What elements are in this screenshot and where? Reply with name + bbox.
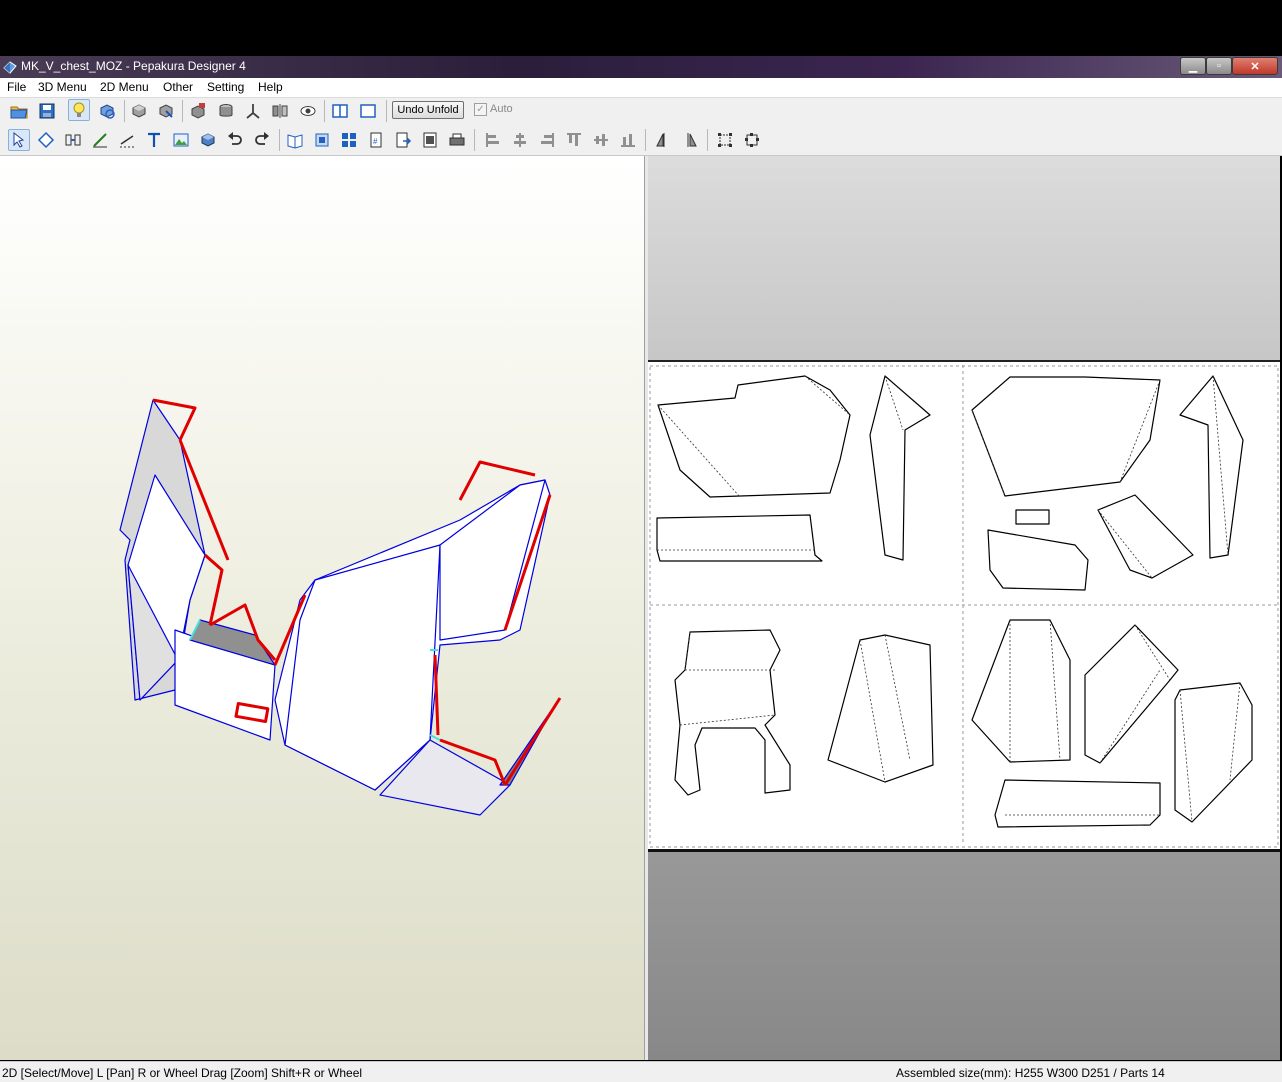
undo-icon[interactable] xyxy=(224,129,246,151)
pattern-sheet xyxy=(648,360,1280,852)
minimize-button[interactable]: ▁ xyxy=(1180,57,1206,75)
save-icon[interactable] xyxy=(36,100,58,122)
draw-line-icon[interactable] xyxy=(89,129,111,151)
toolbar-separator xyxy=(386,100,387,122)
align-center-icon[interactable] xyxy=(509,129,531,151)
status-mode-hint: 2D [Select/Move] L [Pan] R or Wheel Drag… xyxy=(2,1066,363,1080)
3d-model[interactable] xyxy=(0,156,645,1060)
status-bar: 2D [Select/Move] L [Pan] R or Wheel Drag… xyxy=(0,1061,1282,1082)
mirror-icon[interactable] xyxy=(269,100,291,122)
window-title: MK_V_chest_MOZ - Pepakura Designer 4 xyxy=(21,59,246,73)
menu-help[interactable]: Help xyxy=(258,80,283,94)
auto-label: Auto xyxy=(490,103,513,115)
flip-vertical-icon[interactable] xyxy=(679,129,701,151)
menu-2d[interactable]: 2D Menu xyxy=(100,80,149,94)
open-icon[interactable] xyxy=(8,100,30,122)
pepakura-app-icon xyxy=(2,59,18,75)
unfolded-parts[interactable] xyxy=(648,362,1280,849)
toolbar-area: Undo Unfold ✓ Auto # xyxy=(0,98,1282,156)
print-preview-icon[interactable] xyxy=(419,129,441,151)
single-view-icon[interactable] xyxy=(357,100,379,122)
print-icon[interactable] xyxy=(446,129,468,151)
window-controls: ▁ ▫ ✕ xyxy=(1180,57,1278,75)
axis-icon[interactable] xyxy=(242,100,264,122)
toolbar-separator xyxy=(279,129,280,151)
align-bottom-icon[interactable] xyxy=(617,129,639,151)
maximize-button[interactable]: ▫ xyxy=(1206,57,1232,75)
status-assembled-size: Assembled size(mm): H255 W300 D251 / Par… xyxy=(896,1066,1165,1080)
toolbar-separator xyxy=(124,100,125,122)
fit-box-icon[interactable] xyxy=(714,129,736,151)
undo-unfold-button[interactable]: Undo Unfold xyxy=(392,101,464,119)
menu-bar: File 3D Menu 2D Menu Other Setting Help xyxy=(0,78,1282,98)
arrange-parts-icon[interactable] xyxy=(311,129,333,151)
title-bar: MK_V_chest_MOZ - Pepakura Designer 4 ▁ ▫… xyxy=(0,56,1282,78)
menu-other[interactable]: Other xyxy=(163,80,193,94)
toolbar-separator xyxy=(645,129,646,151)
2d-view-pane[interactable] xyxy=(648,156,1280,1060)
menu-3d[interactable]: 3D Menu xyxy=(38,80,87,94)
3d-rotate-icon[interactable] xyxy=(96,100,118,122)
menu-file[interactable]: File xyxy=(7,80,26,94)
unfold-book-icon[interactable] xyxy=(284,129,306,151)
join-edge-icon[interactable] xyxy=(62,129,84,151)
align-top-icon[interactable] xyxy=(563,129,585,151)
3d-box-icon[interactable] xyxy=(197,129,219,151)
align-left-icon[interactable] xyxy=(482,129,504,151)
toolbar-separator xyxy=(182,100,183,122)
align-right-icon[interactable] xyxy=(536,129,558,151)
snap-icon[interactable] xyxy=(741,129,763,151)
toolbar-separator xyxy=(474,129,475,151)
close-button[interactable]: ✕ xyxy=(1232,57,1278,75)
toolbar-separator xyxy=(324,100,325,122)
edge-join-icon[interactable] xyxy=(128,100,150,122)
desktop-background xyxy=(0,0,1282,56)
align-middle-icon[interactable] xyxy=(590,129,612,151)
fold-line-icon[interactable] xyxy=(116,129,138,151)
edge-split-icon[interactable] xyxy=(155,100,177,122)
redo-icon[interactable] xyxy=(251,129,273,151)
menu-setting[interactable]: Setting xyxy=(207,80,244,94)
text-icon[interactable] xyxy=(143,129,165,151)
auto-checkbox[interactable]: ✓ xyxy=(474,103,487,116)
select-move-icon[interactable] xyxy=(8,129,30,151)
image-icon[interactable] xyxy=(170,129,192,151)
texture-icon[interactable] xyxy=(187,100,209,122)
3d-view-pane[interactable] xyxy=(0,156,645,1060)
flip-horizontal-icon[interactable] xyxy=(652,129,674,151)
page-number-icon[interactable]: # xyxy=(365,129,387,151)
layout-grid-icon[interactable] xyxy=(338,129,360,151)
cylinder-icon[interactable] xyxy=(215,100,237,122)
svg-text:#: # xyxy=(373,137,378,146)
export-icon[interactable] xyxy=(392,129,414,151)
lightbulb-icon[interactable] xyxy=(68,99,90,121)
split-view-icon[interactable] xyxy=(329,100,351,122)
show-flaps-icon[interactable] xyxy=(297,100,319,122)
toolbar-separator xyxy=(707,129,708,151)
rotate-part-icon[interactable] xyxy=(35,129,57,151)
